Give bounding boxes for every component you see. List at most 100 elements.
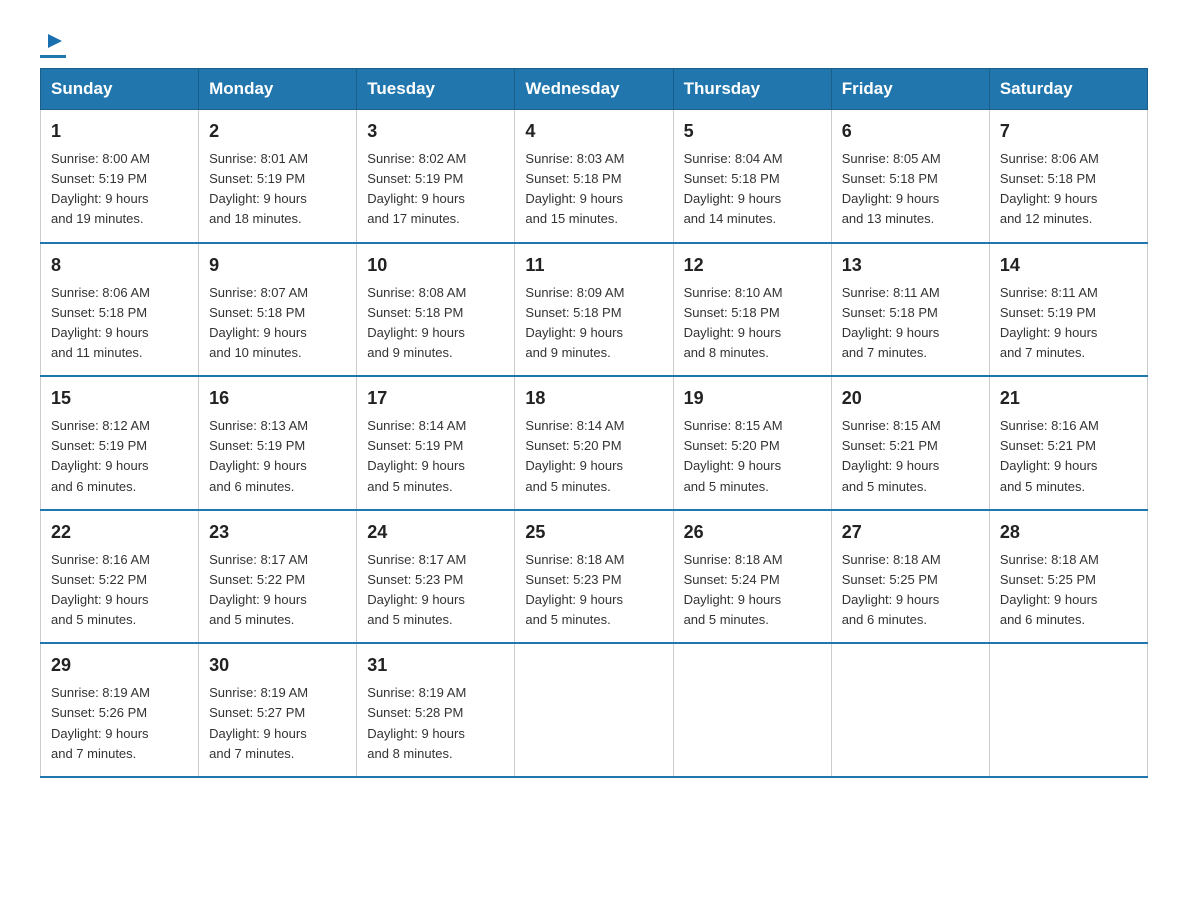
weekday-header-friday: Friday	[831, 69, 989, 110]
day-info: Sunrise: 8:15 AM Sunset: 5:21 PM Dayligh…	[842, 416, 979, 497]
day-number: 25	[525, 519, 662, 546]
day-number: 9	[209, 252, 346, 279]
day-info: Sunrise: 8:03 AM Sunset: 5:18 PM Dayligh…	[525, 149, 662, 230]
day-info: Sunrise: 8:16 AM Sunset: 5:22 PM Dayligh…	[51, 550, 188, 631]
weekday-header-monday: Monday	[199, 69, 357, 110]
calendar-header: SundayMondayTuesdayWednesdayThursdayFrid…	[41, 69, 1148, 110]
day-info: Sunrise: 8:11 AM Sunset: 5:19 PM Dayligh…	[1000, 283, 1137, 364]
weekday-header-wednesday: Wednesday	[515, 69, 673, 110]
logo-arrow-icon	[44, 30, 66, 57]
calendar-cell: 27 Sunrise: 8:18 AM Sunset: 5:25 PM Dayli…	[831, 510, 989, 644]
day-number: 3	[367, 118, 504, 145]
day-info: Sunrise: 8:13 AM Sunset: 5:19 PM Dayligh…	[209, 416, 346, 497]
calendar-week-2: 8 Sunrise: 8:06 AM Sunset: 5:18 PM Daylig…	[41, 243, 1148, 377]
calendar-cell: 26 Sunrise: 8:18 AM Sunset: 5:24 PM Dayli…	[673, 510, 831, 644]
calendar-cell	[831, 643, 989, 777]
calendar-cell: 9 Sunrise: 8:07 AM Sunset: 5:18 PM Daylig…	[199, 243, 357, 377]
calendar-cell: 1 Sunrise: 8:00 AM Sunset: 5:19 PM Daylig…	[41, 110, 199, 243]
day-info: Sunrise: 8:08 AM Sunset: 5:18 PM Dayligh…	[367, 283, 504, 364]
calendar-cell: 20 Sunrise: 8:15 AM Sunset: 5:21 PM Dayli…	[831, 376, 989, 510]
calendar-cell: 22 Sunrise: 8:16 AM Sunset: 5:22 PM Dayli…	[41, 510, 199, 644]
day-number: 2	[209, 118, 346, 145]
day-number: 22	[51, 519, 188, 546]
calendar-cell: 18Sunrise: 8:14 AM Sunset: 5:20 PM Dayli…	[515, 376, 673, 510]
day-number: 19	[684, 385, 821, 412]
calendar-cell: 31 Sunrise: 8:19 AM Sunset: 5:28 PM Dayli…	[357, 643, 515, 777]
day-info: Sunrise: 8:19 AM Sunset: 5:27 PM Dayligh…	[209, 683, 346, 764]
weekday-header-row: SundayMondayTuesdayWednesdayThursdayFrid…	[41, 69, 1148, 110]
calendar-cell	[673, 643, 831, 777]
calendar-week-1: 1 Sunrise: 8:00 AM Sunset: 5:19 PM Daylig…	[41, 110, 1148, 243]
day-info: Sunrise: 8:18 AM Sunset: 5:24 PM Dayligh…	[684, 550, 821, 631]
day-number: 16	[209, 385, 346, 412]
day-info: Sunrise: 8:18 AM Sunset: 5:25 PM Dayligh…	[1000, 550, 1137, 631]
calendar-week-5: 29 Sunrise: 8:19 AM Sunset: 5:26 PM Dayli…	[41, 643, 1148, 777]
calendar-cell: 21 Sunrise: 8:16 AM Sunset: 5:21 PM Dayli…	[989, 376, 1147, 510]
calendar-cell: 2Sunrise: 8:01 AM Sunset: 5:19 PM Daylig…	[199, 110, 357, 243]
calendar-table: SundayMondayTuesdayWednesdayThursdayFrid…	[40, 68, 1148, 778]
day-number: 23	[209, 519, 346, 546]
calendar-cell: 13 Sunrise: 8:11 AM Sunset: 5:18 PM Dayli…	[831, 243, 989, 377]
calendar-body: 1 Sunrise: 8:00 AM Sunset: 5:19 PM Daylig…	[41, 110, 1148, 777]
day-number: 27	[842, 519, 979, 546]
day-number: 4	[525, 118, 662, 145]
calendar-cell	[515, 643, 673, 777]
calendar-cell: 25 Sunrise: 8:18 AM Sunset: 5:23 PM Dayli…	[515, 510, 673, 644]
day-info: Sunrise: 8:15 AM Sunset: 5:20 PM Dayligh…	[684, 416, 821, 497]
weekday-header-saturday: Saturday	[989, 69, 1147, 110]
day-number: 31	[367, 652, 504, 679]
day-number: 28	[1000, 519, 1137, 546]
page-header	[40, 30, 1148, 58]
day-info: Sunrise: 8:16 AM Sunset: 5:21 PM Dayligh…	[1000, 416, 1137, 497]
day-number: 10	[367, 252, 504, 279]
weekday-header-thursday: Thursday	[673, 69, 831, 110]
weekday-header-tuesday: Tuesday	[357, 69, 515, 110]
day-info: Sunrise: 8:14 AM Sunset: 5:20 PM Dayligh…	[525, 416, 662, 497]
day-info: Sunrise: 8:06 AM Sunset: 5:18 PM Dayligh…	[1000, 149, 1137, 230]
day-number: 13	[842, 252, 979, 279]
calendar-week-4: 22 Sunrise: 8:16 AM Sunset: 5:22 PM Dayli…	[41, 510, 1148, 644]
calendar-cell: 17Sunrise: 8:14 AM Sunset: 5:19 PM Dayli…	[357, 376, 515, 510]
day-info: Sunrise: 8:19 AM Sunset: 5:28 PM Dayligh…	[367, 683, 504, 764]
logo	[40, 30, 66, 58]
day-info: Sunrise: 8:17 AM Sunset: 5:23 PM Dayligh…	[367, 550, 504, 631]
calendar-cell: 19 Sunrise: 8:15 AM Sunset: 5:20 PM Dayli…	[673, 376, 831, 510]
calendar-cell	[989, 643, 1147, 777]
day-number: 11	[525, 252, 662, 279]
calendar-cell: 3 Sunrise: 8:02 AM Sunset: 5:19 PM Daylig…	[357, 110, 515, 243]
day-info: Sunrise: 8:04 AM Sunset: 5:18 PM Dayligh…	[684, 149, 821, 230]
day-info: Sunrise: 8:18 AM Sunset: 5:23 PM Dayligh…	[525, 550, 662, 631]
day-number: 20	[842, 385, 979, 412]
day-info: Sunrise: 8:02 AM Sunset: 5:19 PM Dayligh…	[367, 149, 504, 230]
day-info: Sunrise: 8:19 AM Sunset: 5:26 PM Dayligh…	[51, 683, 188, 764]
day-info: Sunrise: 8:11 AM Sunset: 5:18 PM Dayligh…	[842, 283, 979, 364]
day-info: Sunrise: 8:07 AM Sunset: 5:18 PM Dayligh…	[209, 283, 346, 364]
day-number: 21	[1000, 385, 1137, 412]
day-number: 24	[367, 519, 504, 546]
day-number: 7	[1000, 118, 1137, 145]
calendar-week-3: 15 Sunrise: 8:12 AM Sunset: 5:19 PM Dayli…	[41, 376, 1148, 510]
calendar-cell: 5Sunrise: 8:04 AM Sunset: 5:18 PM Daylig…	[673, 110, 831, 243]
day-number: 14	[1000, 252, 1137, 279]
day-number: 29	[51, 652, 188, 679]
calendar-cell: 11 Sunrise: 8:09 AM Sunset: 5:18 PM Dayli…	[515, 243, 673, 377]
calendar-cell: 12Sunrise: 8:10 AM Sunset: 5:18 PM Dayli…	[673, 243, 831, 377]
day-info: Sunrise: 8:10 AM Sunset: 5:18 PM Dayligh…	[684, 283, 821, 364]
logo-underline	[40, 55, 66, 58]
day-info: Sunrise: 8:12 AM Sunset: 5:19 PM Dayligh…	[51, 416, 188, 497]
day-number: 8	[51, 252, 188, 279]
calendar-cell: 14 Sunrise: 8:11 AM Sunset: 5:19 PM Dayli…	[989, 243, 1147, 377]
day-number: 6	[842, 118, 979, 145]
calendar-cell: 30 Sunrise: 8:19 AM Sunset: 5:27 PM Dayli…	[199, 643, 357, 777]
day-info: Sunrise: 8:06 AM Sunset: 5:18 PM Dayligh…	[51, 283, 188, 364]
day-info: Sunrise: 8:17 AM Sunset: 5:22 PM Dayligh…	[209, 550, 346, 631]
day-info: Sunrise: 8:18 AM Sunset: 5:25 PM Dayligh…	[842, 550, 979, 631]
day-number: 26	[684, 519, 821, 546]
day-number: 30	[209, 652, 346, 679]
day-info: Sunrise: 8:00 AM Sunset: 5:19 PM Dayligh…	[51, 149, 188, 230]
day-number: 15	[51, 385, 188, 412]
calendar-cell: 24 Sunrise: 8:17 AM Sunset: 5:23 PM Dayli…	[357, 510, 515, 644]
calendar-cell: 29 Sunrise: 8:19 AM Sunset: 5:26 PM Dayli…	[41, 643, 199, 777]
day-number: 1	[51, 118, 188, 145]
day-info: Sunrise: 8:09 AM Sunset: 5:18 PM Dayligh…	[525, 283, 662, 364]
